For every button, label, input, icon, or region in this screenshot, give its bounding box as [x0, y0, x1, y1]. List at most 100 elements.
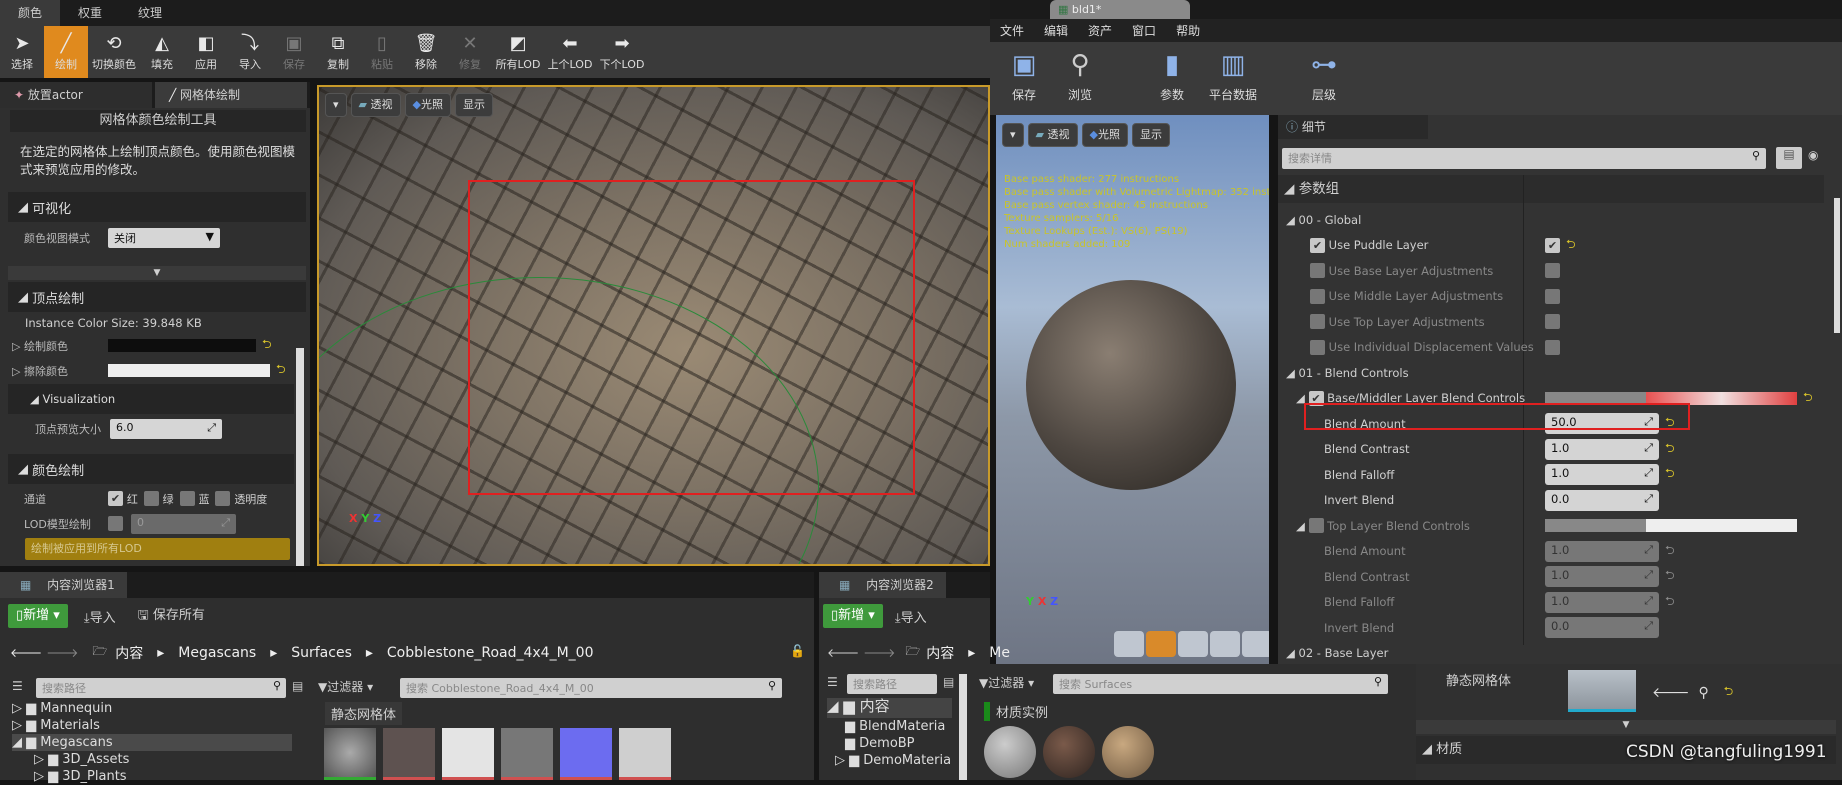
- level-viewport[interactable]: ▾ ▰ 透视 ◆光照 显示 X Y Z: [317, 85, 990, 566]
- import-button[interactable]: ⤓导入: [84, 607, 116, 626]
- tool-button[interactable]: 🗑 移除: [404, 26, 448, 78]
- curve-gradient-preview[interactable]: [1545, 519, 1797, 532]
- channel-green-checkbox[interactable]: [143, 491, 159, 506]
- tab-details[interactable]: ⓘ 细节: [1278, 115, 1428, 139]
- reset-icon[interactable]: ⮌: [1665, 439, 1675, 460]
- path-search-input[interactable]: 搜索路径 ⚲: [36, 678, 286, 698]
- asset-thumbnail[interactable]: [501, 728, 553, 780]
- reset-icon[interactable]: ⮌: [262, 335, 272, 356]
- custom-mesh-button[interactable]: [1242, 631, 1269, 657]
- erase-color-label[interactable]: ▷ 擦除颜色: [0, 363, 108, 379]
- tree-toggle-icon[interactable]: ☰: [827, 675, 838, 689]
- tab-content-browser-1[interactable]: ▦ 内容浏览器1: [0, 572, 814, 598]
- tool-button[interactable]: ➤ 选择: [0, 26, 44, 78]
- value-checkbox[interactable]: [1545, 288, 1560, 304]
- color-view-mode-dropdown[interactable]: 关闭 ▼: [108, 227, 220, 248]
- platform-stats-button[interactable]: ▥ 平台数据: [1200, 42, 1266, 103]
- details-search-input[interactable]: 搜索详情 ⚲: [1282, 148, 1766, 169]
- tool-button[interactable]: ⧉ 复制: [316, 26, 360, 78]
- vertex-preview-size-input[interactable]: 6.0 ⤢: [110, 418, 222, 439]
- menu-help[interactable]: 帮助: [1166, 22, 1210, 39]
- value-input[interactable]: 1.0 ⤢: [1545, 438, 1659, 460]
- save-button[interactable]: ▣ 保存: [996, 42, 1052, 103]
- path-view-options-icon[interactable]: ▤: [943, 675, 954, 689]
- asset-thumbnail[interactable]: [1102, 726, 1154, 778]
- tool-button[interactable]: ▯ 粘贴: [360, 26, 404, 78]
- value-input[interactable]: 0.0 ⤢: [1545, 617, 1659, 638]
- breadcrumb-megascans[interactable]: Megascans: [178, 645, 256, 661]
- asset-search-input[interactable]: 搜索 Surfaces ⚲: [1053, 674, 1388, 694]
- save-all-button[interactable]: 🖫 保存所有: [138, 604, 205, 628]
- details-scrollbar[interactable]: [1834, 198, 1840, 333]
- reset-icon[interactable]: ⮌: [1665, 464, 1675, 485]
- tool-button[interactable]: ➡ 下个LOD: [596, 26, 648, 78]
- path-view-options-icon[interactable]: ▤: [292, 679, 303, 693]
- tool-button[interactable]: ▣ 保存: [272, 26, 316, 78]
- override-checkbox[interactable]: [1310, 314, 1325, 329]
- tree-item-demomaterial[interactable]: ▷ ▆ DemoMateria: [827, 752, 952, 769]
- expand-icon[interactable]: ◢: [1278, 391, 1305, 405]
- add-new-button[interactable]: ▯新增 ▾: [823, 604, 883, 628]
- show-button[interactable]: 显示: [1131, 123, 1170, 147]
- reset-icon[interactable]: ⮌: [1665, 592, 1675, 613]
- breadcrumb-megascans[interactable]: Me: [989, 645, 1010, 661]
- parameter-groups-header[interactable]: ◢ 参数组: [1278, 175, 1824, 203]
- expand-icon[interactable]: ◢: [1278, 213, 1295, 227]
- channel-blue-checkbox[interactable]: [179, 491, 195, 506]
- asset-thumbnail[interactable]: [1043, 726, 1095, 778]
- tree-item-materials[interactable]: ▷ ▆ Materials: [12, 717, 292, 734]
- breadcrumb-surfaces[interactable]: Surfaces: [291, 645, 352, 661]
- tree-toggle-icon[interactable]: ☰: [12, 679, 23, 693]
- static-mesh-thumbnail[interactable]: [1568, 670, 1636, 712]
- tab-weight[interactable]: 权重: [60, 0, 120, 26]
- menu-file[interactable]: 文件: [990, 22, 1034, 39]
- tree-item-blendmaterial[interactable]: ▆ BlendMateria: [827, 718, 952, 735]
- asset-thumbnail[interactable]: [324, 728, 376, 780]
- menu-window[interactable]: 窗口: [1122, 22, 1166, 39]
- section-vertex-paint[interactable]: ◢ 顶点绘制: [8, 282, 306, 312]
- hierarchy-button[interactable]: ⊶ 层级: [1296, 42, 1352, 103]
- cube-shape-button[interactable]: [1210, 631, 1240, 657]
- viewport-options-button[interactable]: ▾: [325, 93, 347, 117]
- tree-scrollbar[interactable]: [959, 674, 967, 780]
- section-visualize[interactable]: ◢ 可视化: [8, 192, 306, 222]
- eye-icon[interactable]: ◉: [1808, 148, 1818, 162]
- paint-color-label[interactable]: ▷ 绘制颜色: [0, 338, 108, 354]
- expand-arrow-icon[interactable]: ▼: [1416, 720, 1836, 734]
- channel-red-checkbox[interactable]: ✔: [108, 491, 123, 506]
- parameters-button[interactable]: ▮ 参数: [1144, 42, 1200, 103]
- tool-button[interactable]: ⟲ 切换颜色: [88, 26, 140, 78]
- override-checkbox[interactable]: [1310, 263, 1325, 278]
- asset-thumbnail[interactable]: [984, 726, 1036, 778]
- tool-button[interactable]: ✕ 修复: [448, 26, 492, 78]
- plane-shape-button[interactable]: [1178, 631, 1208, 657]
- reset-icon[interactable]: ⮌: [1724, 682, 1734, 703]
- perspective-button[interactable]: ▰ 透视: [1027, 123, 1078, 147]
- tab-content-browser-2[interactable]: ▦ 内容浏览器2: [819, 572, 990, 598]
- forward-arrow-icon[interactable]: 🡒: [863, 645, 895, 660]
- filter-button[interactable]: ▼过滤器 ▾: [979, 674, 1034, 691]
- show-button[interactable]: 显示: [454, 93, 493, 117]
- asset-thumbnail[interactable]: [619, 728, 671, 780]
- viewport-options-button[interactable]: ▾: [1002, 123, 1024, 147]
- override-checkbox[interactable]: ✔: [1310, 237, 1325, 253]
- browse-button[interactable]: ⚲ 浏览: [1052, 42, 1108, 103]
- reset-icon[interactable]: ⮌: [1665, 541, 1675, 562]
- value-input[interactable]: 1.0 ⤢: [1545, 464, 1659, 485]
- paint-color-swatch[interactable]: [108, 339, 256, 352]
- tree-item-demobp[interactable]: ▆ DemoBP: [827, 735, 952, 752]
- back-arrow-icon[interactable]: 🡐: [827, 645, 859, 660]
- breadcrumb-cobblestone[interactable]: Cobblestone_Road_4x4_M_00: [387, 645, 594, 661]
- value-checkbox[interactable]: [1545, 263, 1560, 278]
- material-preview-viewport[interactable]: ▾ ▰ 透视 ◆光照 显示 Base pass shader: 277 inst…: [996, 115, 1269, 664]
- channel-alpha-checkbox[interactable]: [215, 491, 231, 506]
- use-selected-arrow-icon[interactable]: 🡐: [1652, 684, 1690, 701]
- tree-item-3d-assets[interactable]: ▷ ▆ 3D_Assets: [12, 751, 292, 768]
- asset-search-input[interactable]: 搜索 Cobblestone_Road_4x4_M_00 ⚲: [400, 678, 782, 698]
- value-input[interactable]: 1.0 ⤢: [1545, 540, 1659, 562]
- tool-button[interactable]: ╱ 绘制: [44, 26, 88, 78]
- tool-button[interactable]: ⬅ 上个LOD: [544, 26, 596, 78]
- tree-item-content[interactable]: ◢ ▆ 内容: [827, 698, 952, 718]
- value-checkbox[interactable]: [1545, 314, 1560, 329]
- override-checkbox[interactable]: [1310, 288, 1325, 304]
